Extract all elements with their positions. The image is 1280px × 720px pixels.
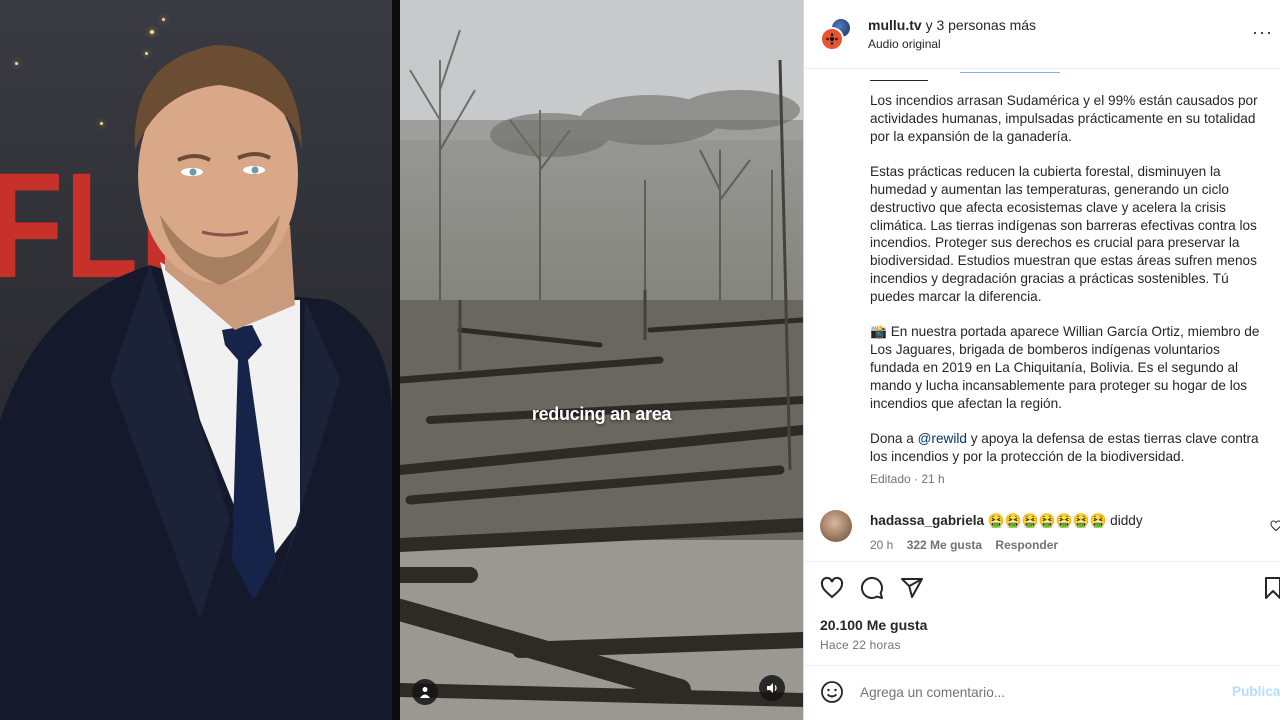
burned-forest-scene bbox=[400, 0, 803, 720]
post-header: mullu.tv y 3 personas más Audio original… bbox=[804, 0, 1280, 69]
more-options-button[interactable]: ··· bbox=[1252, 22, 1273, 43]
comment-time: 20 h bbox=[870, 538, 894, 552]
heart-icon[interactable] bbox=[820, 576, 844, 600]
caption-paragraph: Dona a @rewild y apoya la defensa de est… bbox=[870, 430, 1270, 466]
truncated-line bbox=[960, 70, 1060, 73]
edited-timestamp: Editado · 21 h bbox=[870, 472, 945, 486]
add-comment-bar: Publicar bbox=[804, 665, 1280, 720]
collab-avatars[interactable] bbox=[820, 17, 854, 53]
comment-icon[interactable] bbox=[860, 576, 884, 600]
mute-toggle-button[interactable] bbox=[759, 675, 785, 701]
comment-input[interactable] bbox=[860, 680, 1220, 704]
comment-likes[interactable]: 322 Me gusta bbox=[907, 538, 982, 552]
video-subtitle: reducing an area bbox=[531, 404, 672, 424]
caption-paragraph: Los incendios arrasan Sudamérica y el 99… bbox=[870, 93, 1258, 144]
author-username[interactable]: mullu.tv bbox=[868, 17, 922, 33]
post-caption: Los incendios arrasan Sudamérica y el 99… bbox=[870, 92, 1270, 484]
post-actions: 20.100 Me gusta Hace 22 horas bbox=[804, 561, 1280, 665]
man-in-suit-illustration bbox=[0, 45, 392, 720]
post-authors[interactable]: mullu.tv y 3 personas más bbox=[868, 17, 1036, 33]
author-avatar bbox=[820, 27, 844, 51]
post-timestamp: Hace 22 horas bbox=[820, 638, 901, 652]
collaborators-text[interactable]: y 3 personas más bbox=[926, 17, 1037, 33]
commenter-avatar[interactable] bbox=[820, 510, 852, 542]
audio-label[interactable]: Audio original bbox=[868, 37, 941, 51]
speaker-icon bbox=[766, 683, 777, 693]
flower-logo-icon bbox=[826, 33, 838, 45]
commenter-username[interactable]: hadassa_gabriela bbox=[870, 513, 984, 528]
truncated-line bbox=[870, 80, 928, 81]
share-icon[interactable] bbox=[900, 576, 924, 600]
post-detail-panel: mullu.tv y 3 personas más Audio original… bbox=[803, 0, 1280, 720]
emoji-icon[interactable] bbox=[820, 680, 844, 704]
reply-button[interactable]: Responder bbox=[995, 538, 1058, 552]
like-count[interactable]: 20.100 Me gusta bbox=[820, 617, 927, 633]
person-icon bbox=[420, 687, 430, 698]
panel-divider bbox=[392, 0, 400, 720]
bookmark-icon[interactable] bbox=[1264, 576, 1280, 600]
reel-video[interactable]: reducing an area bbox=[400, 0, 803, 720]
post-comment-button[interactable]: Publicar bbox=[1232, 684, 1280, 699]
caption-paragraph: 📸 En nuestra portada aparece Willian Gar… bbox=[870, 324, 1260, 411]
comment-meta: 20 h 322 Me gusta Responder bbox=[870, 538, 1068, 552]
mention-link[interactable]: @rewild bbox=[918, 431, 967, 446]
caption-text: Dona a bbox=[870, 431, 918, 447]
comment-heart-icon[interactable] bbox=[1270, 520, 1280, 532]
tagged-users-button[interactable] bbox=[412, 679, 438, 705]
caption-paragraph: Estas prácticas reducen la cubierta fore… bbox=[870, 164, 1257, 304]
comment-text: 🤮🤮🤮🤮🤮🤮🤮 diddy bbox=[987, 513, 1143, 528]
comment-body: hadassa_gabriela 🤮🤮🤮🤮🤮🤮🤮 diddy bbox=[870, 513, 1143, 529]
celebrity-photo: FLI bbox=[0, 0, 392, 720]
comments-scroll-area[interactable]: Los incendios arrasan Sudamérica y el 99… bbox=[804, 70, 1280, 558]
